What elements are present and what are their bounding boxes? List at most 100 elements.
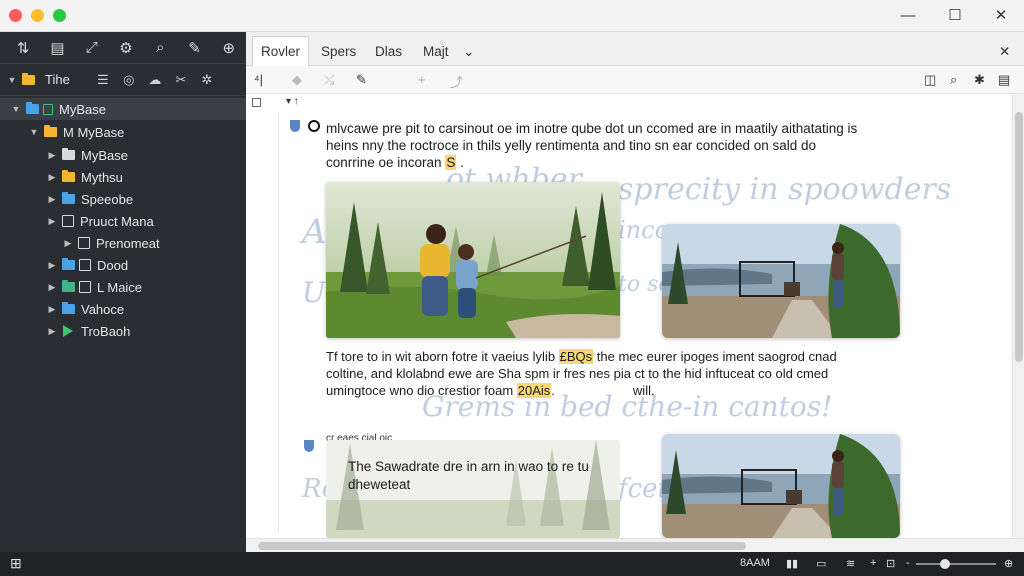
heading-marker[interactable]: ▾ ↑ [286,96,299,107]
minimize-button[interactable]: — [893,4,923,26]
signal-icon[interactable]: ▮▮ [786,557,798,570]
volume-slider-thumb[interactable] [940,559,950,569]
chevron-right-icon[interactable]: ▶ [46,260,58,271]
chevron-right-icon[interactable]: ▶ [46,326,58,337]
tree-item[interactable]: ▶ TroBaoh [0,320,246,342]
tree-item[interactable]: ▶ L Maice [0,276,246,298]
tabs-dropdown-icon[interactable]: ⌄ [458,36,479,66]
maximize-button[interactable]: ☐ [940,4,970,26]
minimize-traffic-light[interactable] [31,9,44,22]
gutter-line [278,112,279,532]
vertical-scrollbar-thumb[interactable] [1015,112,1023,362]
target-icon[interactable]: ◎ [116,72,142,88]
tree-item-label: TroBaoh [81,323,131,339]
volume-minus-icon[interactable]: - [906,557,910,569]
tab-dlas[interactable]: Dlas [366,36,411,66]
volume-plus-icon[interactable]: ⊕ [1004,557,1013,570]
tree-item[interactable]: ▼ MyBase [0,98,246,120]
chevron-right-icon[interactable]: ▶ [46,150,58,161]
add-icon[interactable]: + [418,72,426,87]
chevron-down-icon[interactable]: ▼ [28,127,40,137]
tree-item[interactable]: ▼ M MyBase [0,121,246,143]
document-icon [79,281,91,293]
folder-icon [62,170,75,182]
share-icon[interactable]: ⤴ [450,72,463,91]
horizontal-scrollbar-thumb[interactable] [258,542,746,550]
zoom-traffic-light[interactable] [53,9,66,22]
tree-item-label: MyBase [59,101,106,117]
zoom-icon[interactable]: ⊕ [212,34,246,62]
sidebar-header: ▼ Tihe ☰ ◎ ☁ ✂ ✲ [0,64,246,96]
editor-pane: Rovler Spers Dlas Majt ⌄ ✕ ⁴| ◆ ⤯ ✎ + ⤴ … [246,32,1024,552]
sidebar-header-label: Tihe [45,72,70,87]
volume-slider[interactable] [916,559,996,569]
tag-icon[interactable]: ◆ [292,72,302,88]
tab-spers[interactable]: Spers [312,36,365,66]
close-panel-icon[interactable]: ✕ [994,36,1015,66]
cloud-icon[interactable]: ☁ [142,72,168,88]
tree-item[interactable]: ▶ MyBase [0,144,246,166]
tree-item-label: Pruuct Mana [80,213,154,229]
bullet-icon [308,120,320,132]
search-icon[interactable]: ⌕ [143,34,177,62]
sort-icon[interactable]: ⇅ [6,34,40,62]
tab-bar: Rovler Spers Dlas Majt ⌄ ✕ [246,32,1024,66]
photo-forest-people[interactable] [326,182,620,338]
paragraph[interactable]: mlvcawe pre pit to carsinout oe im inotr… [326,120,926,171]
library-icon[interactable]: ▤ [40,34,74,62]
chevron-right-icon[interactable]: ▶ [46,194,58,205]
expand-icon[interactable]: ⤢ [75,34,109,62]
photo-lake-monitor-2[interactable] [662,434,900,538]
document-canvas[interactable]: Ae ot whber sprecity in spoowders Ut inc… [246,94,1012,538]
close-button[interactable]: ✕ [986,4,1016,26]
settings-icon[interactable]: ⚙ [109,34,143,62]
bookmark-icon[interactable] [290,120,300,132]
tree-item[interactable]: ▶ Vahoce [0,298,246,320]
tree-item[interactable]: ▶ Pruuct Mana [0,210,246,232]
sparkle-icon[interactable]: ✲ [194,72,220,88]
chevron-right-icon[interactable]: ▶ [46,172,58,183]
search-icon[interactable]: ⌕ [950,72,957,88]
tree-item[interactable]: ▶ Prenomeat [0,232,246,254]
menu-icon[interactable]: ▤ [998,72,1010,88]
tree-item[interactable]: ▶ Dood [0,254,246,276]
chevron-right-icon[interactable]: ▶ [62,238,74,249]
chevron-right-icon[interactable]: ▶ [46,282,58,293]
cut-icon[interactable]: ✂ [168,72,194,88]
chevron-down-icon[interactable]: ▼ [6,75,18,85]
settings-icon[interactable]: ✱ [974,72,985,88]
display-icon[interactable]: ⊡ [886,557,895,570]
tab-rovler[interactable]: Rovler [252,36,310,66]
document-icon [78,237,90,249]
chevron-right-icon[interactable]: ▶ [46,304,58,315]
pen-icon[interactable]: ✎ [356,72,367,88]
chevron-down-icon[interactable]: ▼ [10,104,22,114]
tree-item[interactable]: ▶ Mythsu [0,166,246,188]
start-icon[interactable]: ⊞ [10,555,22,572]
paragraph[interactable]: Tf tore to in wit aborn fotre it vaeius … [326,348,926,399]
chevron-right-icon[interactable]: ▶ [46,216,58,227]
wifi-icon[interactable]: ≋ [846,557,855,570]
taskbar: ⊞ 8AAM ▮▮ ▭ ≋ + ⊡ - ⊕ [0,552,1024,576]
list-icon[interactable]: ☰ [90,72,116,88]
photo-overlay-text: The Sawadrate dre in arn in wao to re tu… [348,459,589,492]
document-icon [62,215,74,227]
vertical-scrollbar[interactable] [1012,94,1024,538]
add-icon[interactable]: + [870,557,876,569]
battery-icon[interactable]: ▭ [816,557,826,570]
indent-icon[interactable]: ⁴| [254,72,263,87]
photo-lake-monitor[interactable] [662,224,900,338]
close-traffic-light[interactable] [9,9,22,22]
tab-majt[interactable]: Majt [414,36,458,66]
bookmark-icon[interactable] [304,440,314,452]
sidebar-toolbar: ⇅ ▤ ⤢ ⚙ ⌕ ✎ ⊕ [0,32,246,64]
tree-item[interactable]: ▶ Speeobe [0,188,246,210]
edit-icon[interactable]: ✎ [177,34,211,62]
play-icon [63,325,73,337]
tree-item-label: Dood [97,257,129,273]
split-view-icon[interactable]: ◫ [924,72,936,88]
shuffle-icon[interactable]: ⤯ [324,72,334,88]
photo-forest-faded[interactable]: The Sawadrate dre in arn in wao to re tu… [326,440,620,538]
horizontal-scrollbar[interactable] [246,538,1024,552]
checkbox[interactable] [252,98,261,107]
